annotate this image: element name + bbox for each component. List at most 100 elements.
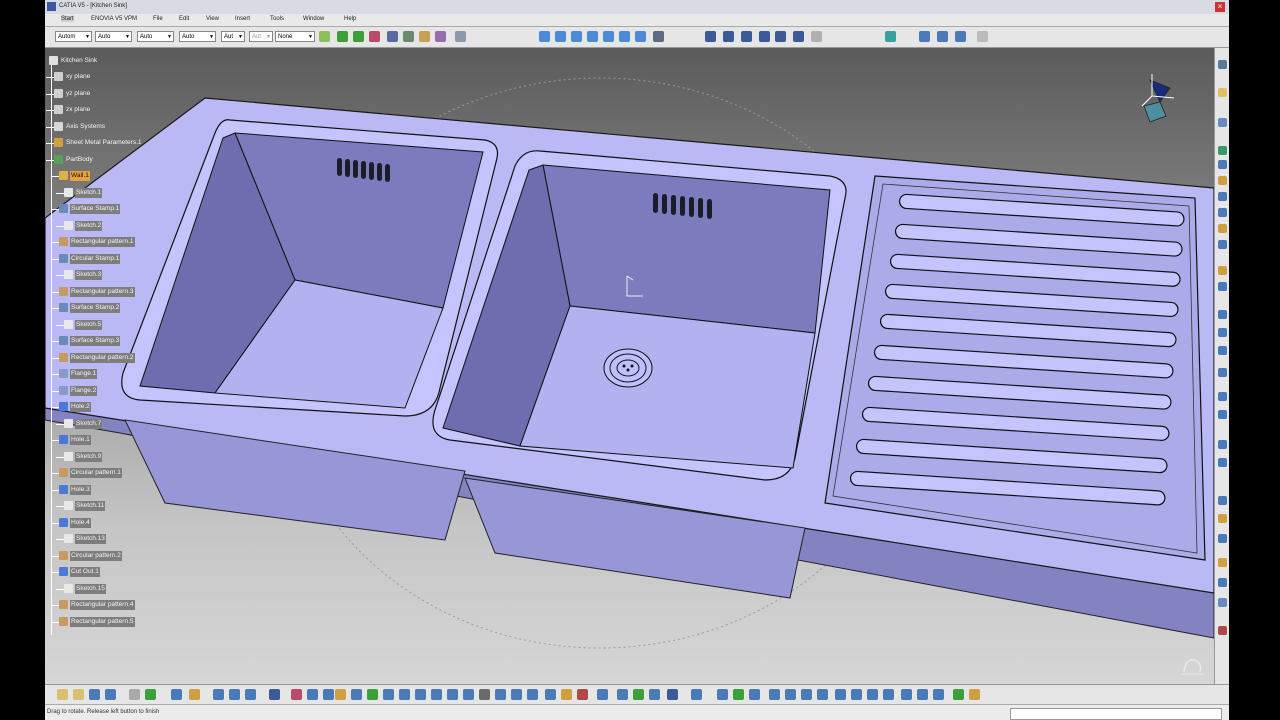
- tool-icon[interactable]: [851, 689, 862, 700]
- tool-icon[interactable]: [129, 689, 140, 700]
- dropdown-7[interactable]: None ▼: [275, 31, 315, 42]
- tool-icon[interactable]: [749, 689, 760, 700]
- pencil-icon[interactable]: [387, 31, 398, 42]
- tool-icon[interactable]: [1218, 266, 1227, 275]
- tool-icon[interactable]: [1218, 118, 1227, 127]
- tool-icon[interactable]: [1218, 176, 1227, 185]
- tool-icon[interactable]: [917, 689, 928, 700]
- tool-icon[interactable]: [577, 689, 588, 700]
- tool-icon[interactable]: [463, 689, 474, 700]
- tool-icon[interactable]: [431, 689, 442, 700]
- tool-icon[interactable]: [1218, 440, 1227, 449]
- tool-icon[interactable]: [1218, 240, 1227, 249]
- tool-icon[interactable]: [229, 689, 240, 700]
- close-icon[interactable]: ×: [1215, 2, 1225, 12]
- dropdown-4[interactable]: Auto ▼: [179, 31, 216, 42]
- tool-icon[interactable]: [447, 689, 458, 700]
- view-top-icon[interactable]: [603, 31, 614, 42]
- dropdown-3[interactable]: Auto ▼: [137, 31, 174, 42]
- tool-icon[interactable]: [901, 689, 912, 700]
- tool-icon[interactable]: [617, 689, 628, 700]
- tool-icon[interactable]: [817, 689, 828, 700]
- tool-icon[interactable]: [1218, 410, 1227, 419]
- dropdown-2[interactable]: Auto ▼: [95, 31, 132, 42]
- menu-window[interactable]: Window: [303, 16, 324, 22]
- tool-icon[interactable]: [919, 31, 930, 42]
- menu-enovia[interactable]: ENOVIA V5 VPM: [91, 16, 137, 22]
- tool-icon[interactable]: [785, 689, 796, 700]
- tool-icon[interactable]: [245, 689, 256, 700]
- menu-view[interactable]: View: [206, 16, 219, 22]
- tool-icon[interactable]: [1218, 310, 1227, 319]
- tool-icon[interactable]: [307, 689, 318, 700]
- tool-icon[interactable]: [57, 689, 68, 700]
- tool-icon[interactable]: [335, 689, 346, 700]
- tool-icon[interactable]: [189, 689, 200, 700]
- tool-icon[interactable]: [1218, 346, 1227, 355]
- properties-icon[interactable]: [811, 31, 822, 42]
- tool-icon[interactable]: [351, 689, 362, 700]
- move-icon[interactable]: [337, 31, 348, 42]
- tool-icon[interactable]: [367, 689, 378, 700]
- constraint-icon[interactable]: [435, 31, 446, 42]
- tool-icon[interactable]: [1218, 598, 1227, 607]
- view-iso-icon[interactable]: [635, 31, 646, 42]
- tool-icon[interactable]: [1218, 328, 1227, 337]
- tool-icon[interactable]: [561, 689, 572, 700]
- tool-icon[interactable]: [953, 689, 964, 700]
- tool-icon[interactable]: [1218, 60, 1227, 69]
- tool-icon[interactable]: [1218, 88, 1227, 97]
- tool-icon[interactable]: [1218, 392, 1227, 401]
- tool-icon[interactable]: [1218, 224, 1227, 233]
- tool-icon[interactable]: [1218, 208, 1227, 217]
- tool-icon[interactable]: [633, 689, 644, 700]
- tool-icon[interactable]: [969, 689, 980, 700]
- menu-edit[interactable]: Edit: [179, 16, 189, 22]
- render-icon[interactable]: [705, 31, 716, 42]
- tool-icon[interactable]: [1218, 626, 1227, 635]
- analysis-icon[interactable]: [455, 31, 466, 42]
- tool-icon[interactable]: [545, 689, 556, 700]
- menu-start[interactable]: Start: [61, 16, 74, 22]
- tool-icon[interactable]: [89, 689, 100, 700]
- tool-icon[interactable]: [667, 689, 678, 700]
- view-left-icon[interactable]: [571, 31, 582, 42]
- tool-icon[interactable]: [1218, 192, 1227, 201]
- tool-icon[interactable]: [1218, 458, 1227, 467]
- dimension-icon[interactable]: [419, 31, 430, 42]
- tool-icon[interactable]: [883, 689, 894, 700]
- tool-icon[interactable]: [955, 31, 966, 42]
- menu-help[interactable]: Help: [344, 16, 356, 22]
- dropdown-5[interactable]: Aut ▼: [221, 31, 245, 42]
- tool-icon[interactable]: [479, 689, 490, 700]
- wireframe-icon[interactable]: [741, 31, 752, 42]
- tool-icon[interactable]: [769, 689, 780, 700]
- tool-icon[interactable]: [1218, 368, 1227, 377]
- tool-icon[interactable]: [1218, 534, 1227, 543]
- tool-icon[interactable]: [937, 31, 948, 42]
- tool-icon[interactable]: [933, 689, 944, 700]
- tool-icon[interactable]: [511, 689, 522, 700]
- custom-view-icon[interactable]: [793, 31, 804, 42]
- tool-icon[interactable]: [383, 689, 394, 700]
- tool-icon[interactable]: [1218, 282, 1227, 291]
- tool-icon[interactable]: [801, 689, 812, 700]
- hidden-lines-icon[interactable]: [759, 31, 770, 42]
- tool-icon[interactable]: [1218, 146, 1227, 155]
- tool-icon[interactable]: [649, 689, 660, 700]
- orientation-triad-icon[interactable]: [1130, 66, 1190, 126]
- tool-icon[interactable]: [105, 689, 116, 700]
- measure-icon[interactable]: [403, 31, 414, 42]
- tool-icon[interactable]: [415, 689, 426, 700]
- tool-icon[interactable]: [1218, 514, 1227, 523]
- 3d-viewport[interactable]: Kitchen Sink xy plane yz plane zx plane Axi…: [45, 48, 1214, 684]
- tool-icon[interactable]: [73, 689, 84, 700]
- move-icon[interactable]: [353, 31, 364, 42]
- tool-icon[interactable]: [323, 689, 334, 700]
- menu-file[interactable]: File: [153, 16, 163, 22]
- tool-icon[interactable]: [527, 689, 538, 700]
- catalog-icon[interactable]: [885, 31, 896, 42]
- tool-icon[interactable]: [1218, 558, 1227, 567]
- view-right-icon[interactable]: [587, 31, 598, 42]
- menu-tools[interactable]: Tools: [270, 16, 284, 22]
